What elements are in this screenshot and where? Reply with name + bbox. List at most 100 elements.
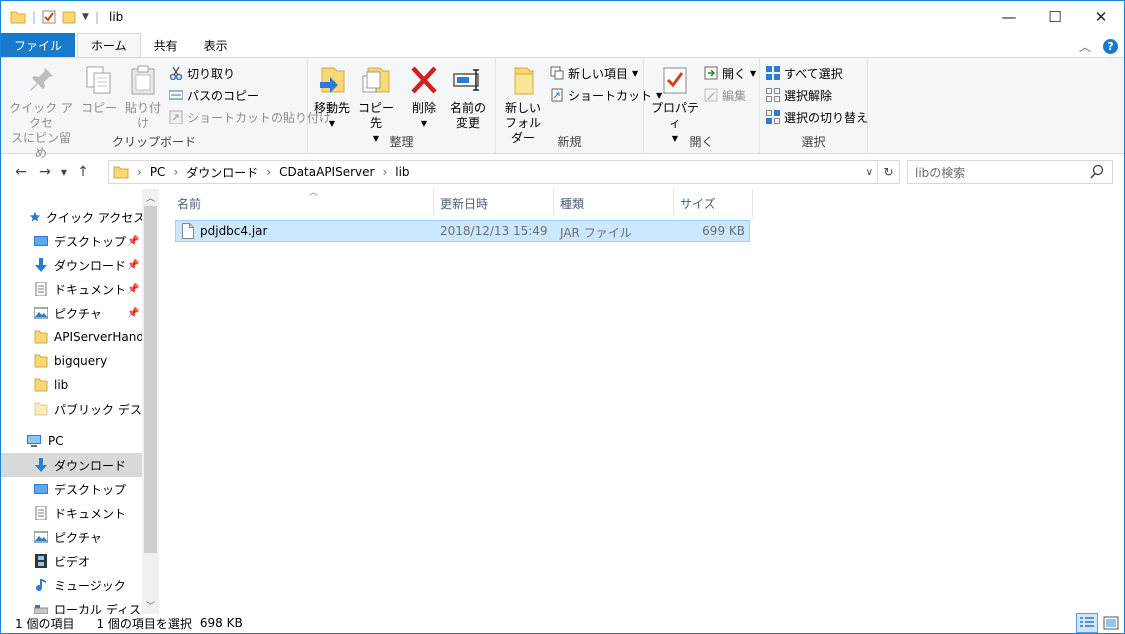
select-group-label: 選択 — [801, 135, 826, 149]
nav-pc-music[interactable]: ミュージック — [1, 573, 142, 597]
customize-qat-chevron-icon[interactable]: ▼ — [82, 12, 89, 22]
copy-path-button[interactable]: パスのコピー — [168, 85, 259, 105]
new-folder-icon[interactable] — [62, 10, 76, 24]
sort-ascending-icon: ︿ — [309, 188, 319, 198]
column-header-size[interactable]: サイズ — [674, 189, 753, 217]
desktop-icon — [34, 484, 48, 494]
back-arrow-icon[interactable]: ← — [9, 164, 33, 180]
pin-icon — [30, 68, 53, 91]
close-button[interactable]: ✕ — [1078, 1, 1124, 32]
nav-item-lib[interactable]: lib — [1, 373, 142, 397]
properties-icon — [663, 67, 687, 94]
separator: | — [94, 10, 100, 24]
address-history-chevron-icon[interactable]: ∨ — [866, 167, 873, 178]
collapse-ribbon-chevron-icon[interactable]: ︿ — [1079, 38, 1091, 55]
new-group-label: 新規 — [557, 135, 582, 149]
address-bar[interactable]: › PC › ダウンロード › CDataAPIServer › lib ∨ — [108, 160, 878, 184]
help-icon[interactable]: ? — [1103, 39, 1118, 54]
breadcrumb-pc[interactable]: PC — [150, 165, 166, 179]
new-folder-icon — [514, 67, 534, 95]
column-header-type[interactable]: 種類 — [554, 189, 674, 217]
nav-item-pictures-pinned[interactable]: ピクチャ 📌 — [1, 301, 142, 325]
new-item-button[interactable]: 新しい項目 ▼ — [550, 63, 638, 83]
forward-arrow-icon[interactable]: → — [33, 164, 57, 180]
nav-pc-videos[interactable]: ビデオ — [1, 549, 142, 573]
breadcrumb-lib[interactable]: lib — [395, 165, 409, 179]
new-item-chevron-icon: ▼ — [632, 68, 639, 78]
select-none-icon — [766, 88, 780, 102]
properties-check-icon[interactable] — [42, 10, 56, 24]
tab-share[interactable]: 共有 — [141, 33, 191, 57]
move-to-button[interactable]: 移動先 ▼ — [312, 64, 352, 131]
minimize-button[interactable]: — — [986, 1, 1032, 32]
open-icon — [704, 66, 718, 80]
details-view-button[interactable] — [1076, 613, 1098, 633]
scroll-down-arrow-icon[interactable]: ﹀ — [142, 597, 159, 614]
nav-item-bigquery[interactable]: bigquery — [1, 349, 142, 373]
file-explorer-window: | ▼ | lib — ☐ ✕ ファイル ホーム 共有 表示 ︿ ? クイック … — [0, 0, 1125, 634]
nav-pc[interactable]: PC — [1, 429, 142, 453]
search-icon[interactable] — [1090, 164, 1104, 180]
select-all-button[interactable]: すべて選択 — [766, 63, 843, 83]
table-row[interactable]: pdjdbc4.jar 2018/12/13 15:49 JAR ファイル 69… — [175, 220, 750, 242]
select-group: すべて選択 選択解除 選択の切り替え 選択 — [760, 58, 868, 153]
breadcrumb-separator-icon[interactable]: › — [173, 165, 178, 179]
file-size: 699 KB — [702, 224, 745, 238]
nav-quick-access[interactable]: クイック アクセス — [1, 205, 142, 229]
nav-pc-desktop[interactable]: デスクトップ — [1, 477, 142, 501]
column-header-name[interactable]: 名前 ︿ — [171, 188, 434, 217]
scrollbar-thumb[interactable] — [144, 206, 157, 553]
nav-pc-downloads[interactable]: ダウンロード — [1, 453, 142, 477]
nav-pc-local-disk[interactable]: ローカル ディスク (C — [1, 597, 142, 614]
maximize-button[interactable]: ☐ — [1032, 1, 1078, 32]
open-button[interactable]: 開く ▼ — [704, 63, 756, 83]
music-note-icon — [36, 579, 46, 592]
title-bar: | ▼ | lib — ☐ ✕ — [1, 1, 1124, 33]
window-title: lib — [109, 10, 124, 24]
nav-pc-documents[interactable]: ドキュメント — [1, 501, 142, 525]
new-group: 新しい フォルダー 新しい項目 ▼ ショートカット ▼ 新規 — [496, 58, 662, 153]
column-header-date-modified[interactable]: 更新日時 — [434, 189, 554, 217]
ribbon: クイック アクセ スにピン留め コピー 貼り付け 切り取り パスのコピー ショー… — [1, 57, 1124, 160]
nav-pane-scrollbar[interactable]: ︿ ﹀ — [142, 189, 159, 614]
pin-icon[interactable]: 📌 — [127, 308, 139, 319]
folder-icon — [34, 354, 48, 368]
pin-icon[interactable]: 📌 — [127, 284, 139, 295]
breadcrumb-cdataapiserver[interactable]: CDataAPIServer — [279, 165, 374, 179]
up-arrow-icon[interactable]: ↑ — [71, 164, 95, 180]
scroll-up-arrow-icon[interactable]: ︿ — [142, 189, 159, 206]
breadcrumb-separator-icon[interactable]: › — [266, 165, 271, 179]
clipboard-icon — [131, 65, 155, 95]
edit-button[interactable]: 編集 — [704, 85, 746, 105]
recent-locations-chevron-icon[interactable]: ▼ — [57, 168, 71, 177]
breadcrumb-separator-icon[interactable]: › — [137, 165, 142, 179]
paste-button[interactable]: 貼り付け — [121, 64, 165, 131]
select-none-button[interactable]: 選択解除 — [766, 85, 832, 105]
nav-item-public-desktop[interactable]: パブリック デスクトッ — [1, 397, 142, 421]
pin-icon[interactable]: 📌 — [127, 236, 139, 247]
nav-item-downloads-pinned[interactable]: ダウンロード 📌 — [1, 253, 142, 277]
ribbon-tabs: ファイル ホーム 共有 表示 ︿ ? — [1, 33, 1124, 57]
tab-home[interactable]: ホーム — [77, 33, 141, 57]
clipboard-group: クイック アクセ スにピン留め コピー 貼り付け 切り取り パスのコピー ショー… — [1, 58, 331, 160]
delete-button[interactable]: 削除 ▼ — [406, 64, 442, 131]
invert-selection-button[interactable]: 選択の切り替え — [766, 107, 868, 127]
pin-icon[interactable]: 📌 — [127, 260, 139, 271]
search-input[interactable]: libの検索 — [907, 160, 1113, 184]
breadcrumb-downloads[interactable]: ダウンロード — [186, 164, 258, 181]
nav-item-apiserverhands[interactable]: APIServerHands — [1, 325, 142, 349]
desktop-icon — [34, 236, 48, 246]
tab-view[interactable]: 表示 — [191, 33, 241, 57]
cut-button[interactable]: 切り取り — [169, 63, 235, 83]
rename-button[interactable]: 名前の 変更 — [446, 64, 490, 131]
refresh-icon[interactable]: ↻ — [878, 160, 900, 184]
nav-item-documents-pinned[interactable]: ドキュメント 📌 — [1, 277, 142, 301]
nav-item-desktop-pinned[interactable]: デスクトップ 📌 — [1, 229, 142, 253]
breadcrumb-separator-icon[interactable]: › — [382, 165, 387, 179]
tab-file[interactable]: ファイル — [1, 33, 76, 57]
large-icons-view-button[interactable] — [1100, 613, 1122, 633]
copy-button[interactable]: コピー — [81, 64, 117, 116]
paste-shortcut-button[interactable]: ショートカットの貼り付け — [169, 107, 331, 127]
copy-icon — [86, 66, 111, 94]
nav-pc-pictures[interactable]: ピクチャ — [1, 525, 142, 549]
